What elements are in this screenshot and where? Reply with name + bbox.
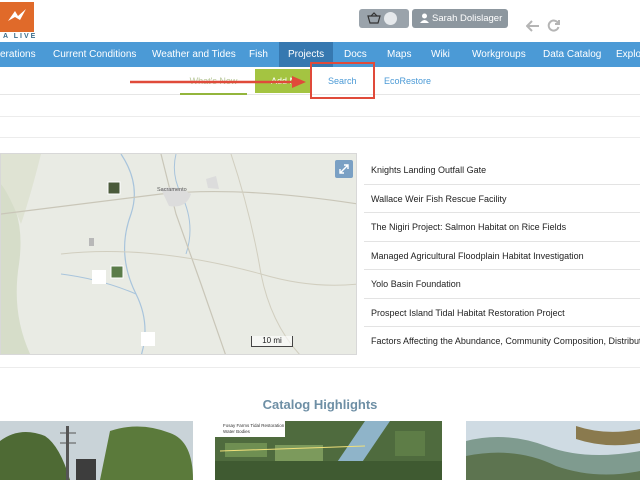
catalog-image-3: [466, 421, 640, 480]
tab-ecorestore[interactable]: EcoRestore: [384, 67, 431, 95]
list-item[interactable]: The Nigiri Project: Salmon Habitat on Ri…: [364, 213, 640, 242]
nav-item-maps[interactable]: Maps: [387, 42, 411, 67]
nav-item-data-catalog[interactable]: Data Catalog: [543, 42, 601, 67]
catalog-thumbnail-1[interactable]: [0, 421, 193, 480]
back-arrow-icon[interactable]: [525, 19, 540, 37]
map-scale-bar: 10 mi: [251, 336, 293, 347]
catalog-highlights-heading: Catalog Highlights: [262, 397, 378, 412]
divider: [0, 137, 640, 138]
thumbnail-caption: Water Bodies: [223, 429, 250, 434]
user-icon: [420, 13, 429, 23]
expand-map-button[interactable]: [335, 160, 353, 178]
divider: [0, 367, 640, 368]
catalog-thumbnail-3[interactable]: [466, 421, 640, 480]
catalog-image-1: [0, 421, 193, 480]
list-item[interactable]: Factors Affecting the Abundance, Communi…: [364, 327, 640, 356]
nav-item-weather-tides[interactable]: Weather and Tides: [152, 42, 236, 67]
nav-item-wiki[interactable]: Wiki: [431, 42, 450, 67]
nav-item-fish[interactable]: Fish: [249, 42, 268, 67]
thumbnail-caption: Fosay Farms Tidal Restoration: [223, 423, 285, 428]
refresh-icon[interactable]: [547, 19, 560, 37]
nav-item-operations[interactable]: erations: [0, 42, 36, 67]
list-item[interactable]: Knights Landing Outfall Gate: [364, 156, 640, 185]
catalog-thumbnail-2[interactable]: Fosay Farms Tidal Restoration Water Bodi…: [215, 421, 442, 480]
nav-item-workgroups[interactable]: Workgroups: [472, 42, 526, 67]
projects-map[interactable]: Sacramento 10 mi: [0, 153, 357, 355]
list-item[interactable]: Prospect Island Tidal Habitat Restoratio…: [364, 299, 640, 327]
nav-item-current-conditions[interactable]: Current Conditions: [53, 42, 136, 67]
app-window: A LIVE Sarah Dolislager erations Current…: [0, 0, 640, 480]
list-item[interactable]: Wallace Weir Fish Rescue Facility: [364, 185, 640, 213]
user-name: Sarah Dolislager: [432, 13, 503, 24]
site-header: A LIVE Sarah Dolislager: [0, 0, 640, 42]
logo-text: A LIVE: [3, 33, 38, 40]
toggle-knob: [384, 12, 397, 25]
map-label-sacramento: Sacramento: [157, 187, 187, 193]
map-basemap: [1, 154, 356, 354]
annotation-arrow-icon: [130, 76, 306, 88]
project-list: Knights Landing Outfall Gate Wallace Wei…: [364, 156, 640, 356]
list-item[interactable]: Yolo Basin Foundation: [364, 270, 640, 299]
cart-toggle-button[interactable]: [359, 9, 409, 28]
basket-icon: [367, 12, 381, 24]
user-menu-button[interactable]: Sarah Dolislager: [412, 9, 508, 28]
bird-logo-icon: [8, 9, 26, 21]
list-item[interactable]: Managed Agricultural Floodplain Habitat …: [364, 242, 640, 270]
divider: [0, 116, 640, 117]
search-highlight-box: [310, 62, 375, 99]
expand-icon: [339, 164, 349, 174]
nav-item-explore[interactable]: Explor: [616, 42, 640, 67]
site-logo[interactable]: [0, 2, 34, 32]
